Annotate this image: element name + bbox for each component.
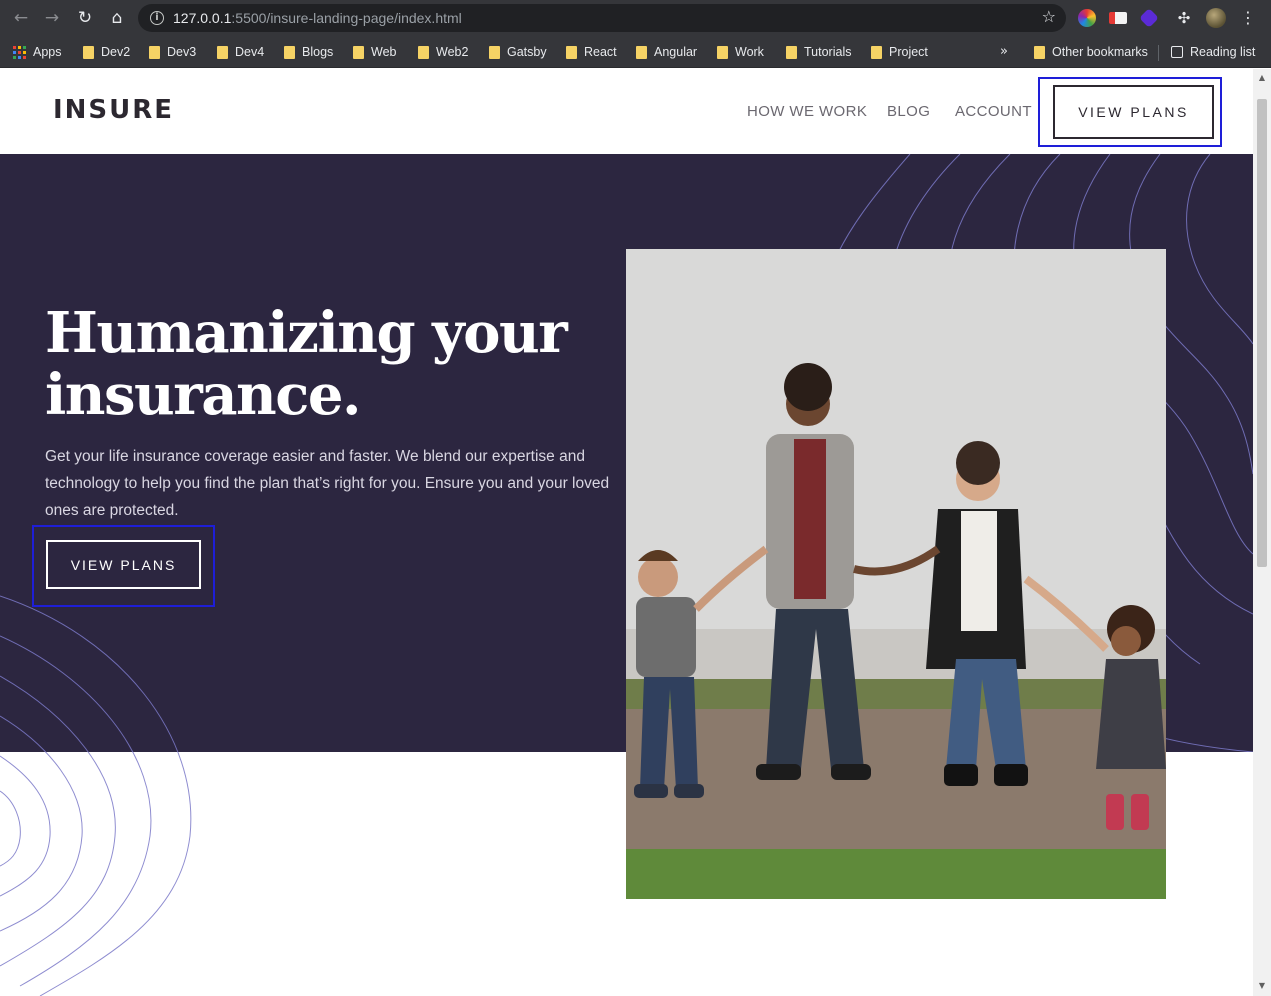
header-view-plans-button[interactable]: VIEW PLANS <box>1053 85 1214 139</box>
bookmarks-overflow-icon[interactable]: » <box>1000 44 1008 59</box>
folder-icon <box>353 45 364 59</box>
video-extension-icon[interactable] <box>1109 12 1127 24</box>
family-photo-illustration <box>626 249 1166 899</box>
address-bar[interactable]: i 127.0.0.1:5500/insure-landing-page/ind… <box>138 4 1066 32</box>
bookmark-folder[interactable]: Work <box>717 42 764 62</box>
puzzle-icon[interactable]: ✣ <box>1174 8 1194 28</box>
home-icon[interactable]: ⌂ <box>106 7 128 29</box>
nav-blog[interactable]: BLOG <box>887 103 930 120</box>
bookmark-apps[interactable]: Apps <box>13 42 62 62</box>
bookmark-folder[interactable]: Angular <box>636 42 697 62</box>
bookmark-label: Web2 <box>436 45 469 59</box>
bookmark-label: Angular <box>654 45 698 59</box>
bookmark-folder[interactable]: Web <box>353 42 396 62</box>
bookmark-label: Dev3 <box>167 45 197 59</box>
reading-list-icon <box>1171 46 1183 58</box>
folder-icon <box>149 45 160 59</box>
color-extension-icon[interactable] <box>1078 9 1096 27</box>
photo-grass <box>626 849 1166 899</box>
bookmark-folder[interactable]: Dev2 <box>83 42 130 62</box>
scroll-up-icon[interactable]: ▲ <box>1257 73 1267 82</box>
hero-family-photo <box>626 249 1166 899</box>
folder-icon <box>83 45 94 59</box>
bookmark-folder[interactable]: Tutorials <box>786 42 851 62</box>
browser-toolbar: ← → ↻ ⌂ i 127.0.0.1:5500/insure-landing-… <box>0 0 1271 36</box>
contour-line <box>0 635 152 987</box>
site-logo[interactable]: INSURE <box>53 95 174 125</box>
reading-list[interactable]: Reading list <box>1171 42 1255 62</box>
reload-icon[interactable]: ↻ <box>74 7 96 29</box>
folder-icon <box>217 45 228 59</box>
bookmark-label: Tutorials <box>804 45 852 59</box>
photo-wall <box>626 249 1166 679</box>
bookmark-label: Web <box>371 45 397 59</box>
reading-list-label: Reading list <box>1190 45 1256 59</box>
info-icon[interactable]: i <box>150 11 164 25</box>
apps-grid-icon <box>13 45 26 59</box>
left-contour-pattern <box>0 595 192 996</box>
bookmark-label: Gatsby <box>507 45 547 59</box>
folder-icon <box>717 45 728 59</box>
page-scrollbar[interactable]: ▲ ▼ <box>1253 69 1271 996</box>
bookmark-folder[interactable]: Dev4 <box>217 42 264 62</box>
contour-line <box>0 595 192 996</box>
folder-icon <box>1034 45 1045 59</box>
bookmark-folder[interactable]: Dev3 <box>149 42 196 62</box>
star-icon[interactable]: ☆ <box>1042 7 1056 26</box>
bookmarks-divider <box>1158 45 1159 61</box>
bookmark-label: Blogs <box>302 45 334 59</box>
scroll-down-icon[interactable]: ▼ <box>1257 981 1267 990</box>
bookmark-folder[interactable]: Project <box>871 42 928 62</box>
folder-icon <box>489 45 500 59</box>
folder-icon <box>636 45 647 59</box>
bookmark-folder[interactable]: Gatsby <box>489 42 547 62</box>
bookmark-label: Work <box>735 45 764 59</box>
folder-icon <box>566 45 577 59</box>
bookmark-label: Dev2 <box>101 45 131 59</box>
bookmark-label: React <box>584 45 617 59</box>
scroll-thumb[interactable] <box>1257 99 1267 567</box>
site-header: INSURE HOW WE WORK BLOG ACCOUNT VIEW PLA… <box>0 69 1253 154</box>
bookmark-label: Project <box>889 45 928 59</box>
profile-avatar[interactable] <box>1206 8 1226 28</box>
page-viewport: INSURE HOW WE WORK BLOG ACCOUNT VIEW PLA… <box>0 69 1253 996</box>
contour-line <box>0 715 83 932</box>
hero-title-line: Humanizing your <box>45 300 568 366</box>
hero-title: Humanizing your insurance. <box>45 302 645 426</box>
hero-title-line: insurance. <box>45 362 361 428</box>
bookmark-folder[interactable]: React <box>566 42 617 62</box>
url-host: 127.0.0.1 <box>173 10 232 26</box>
folder-icon <box>871 45 882 59</box>
bookmark-label: Other bookmarks <box>1052 45 1148 59</box>
contour-line <box>1186 154 1253 345</box>
bookmark-label: Dev4 <box>235 45 265 59</box>
gem-extension-icon[interactable] <box>1139 8 1159 28</box>
bookmarks-bar: Apps Dev2 Dev3 Dev4 Blogs Web Web2 Gatsb… <box>0 36 1271 68</box>
nav-account[interactable]: ACCOUNT <box>955 103 1032 120</box>
folder-icon <box>786 45 797 59</box>
hero-description: Get your life insurance coverage easier … <box>45 448 610 519</box>
bookmark-folder[interactable]: Blogs <box>284 42 333 62</box>
url-text[interactable]: 127.0.0.1:5500/insure-landing-page/index… <box>173 10 462 26</box>
bookmark-label: Apps <box>33 45 62 59</box>
url-path: :5500/insure-landing-page/index.html <box>231 10 462 26</box>
photo-sidewalk <box>626 709 1166 849</box>
contour-line <box>0 790 21 867</box>
forward-arrow-icon[interactable]: → <box>41 7 63 29</box>
contour-line <box>0 755 51 897</box>
kebab-menu-icon[interactable]: ⋮ <box>1240 7 1256 29</box>
bookmark-folder[interactable]: Web2 <box>418 42 468 62</box>
folder-icon <box>418 45 429 59</box>
back-arrow-icon[interactable]: ← <box>10 7 32 29</box>
bookmark-other[interactable]: Other bookmarks <box>1034 42 1148 62</box>
folder-icon <box>284 45 295 59</box>
photo-shrubs <box>626 679 1166 709</box>
nav-how-we-work[interactable]: HOW WE WORK <box>747 103 867 120</box>
